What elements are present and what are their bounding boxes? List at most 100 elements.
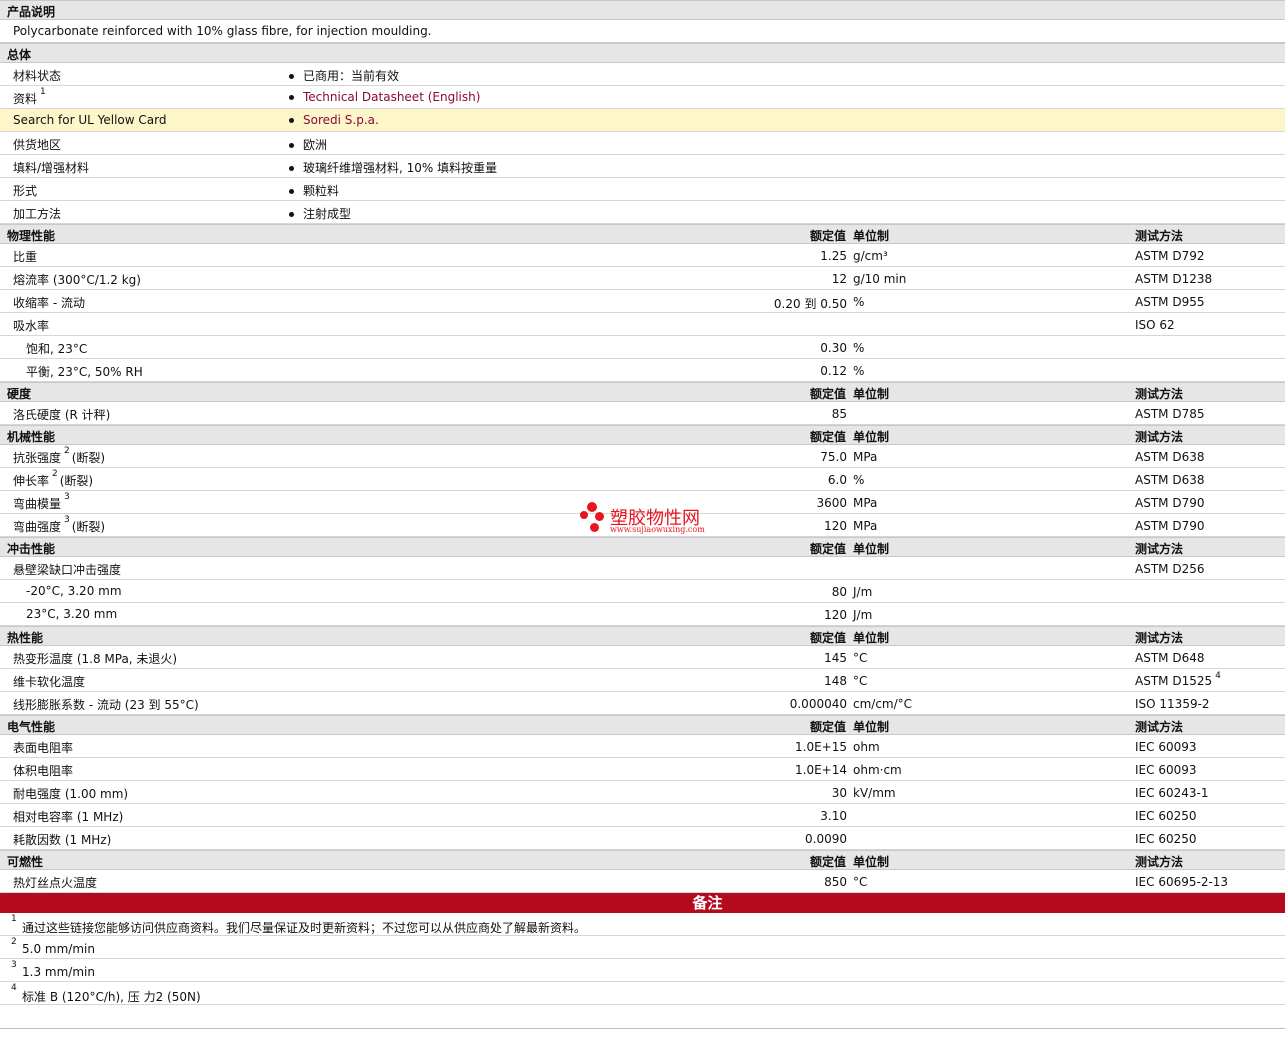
method-text: IEC 60093 bbox=[1135, 740, 1197, 754]
note-number: 3 bbox=[11, 960, 17, 970]
test-method: ASTM D638 bbox=[1135, 450, 1204, 464]
property-label: 耐电强度 (1.00 mm) bbox=[13, 785, 128, 802]
test-method: ASTM D955 bbox=[1135, 295, 1204, 309]
label-text: 熔流率 (300°C/1.2 kg) bbox=[13, 273, 141, 287]
method-text: ISO 11359-2 bbox=[1135, 697, 1210, 711]
footnote-ref: 2 bbox=[64, 446, 70, 456]
section-title: 热性能 bbox=[7, 631, 44, 645]
value-link[interactable]: Technical Datasheet (English) bbox=[303, 90, 480, 104]
footnote-ref: 2 bbox=[52, 469, 58, 479]
test-method: IEC 60093 bbox=[1135, 763, 1197, 777]
label-text: 比重 bbox=[13, 250, 38, 264]
method-text: ASTM D792 bbox=[1135, 249, 1205, 263]
label-text: 维卡软化温度 bbox=[13, 675, 86, 689]
method-text: IEC 60243-1 bbox=[1135, 786, 1209, 800]
column-header-method: 测试方法 bbox=[1135, 720, 1184, 734]
row-label: 加工方法 bbox=[13, 205, 61, 222]
method-text: ASTM D1525 bbox=[1135, 674, 1213, 688]
section-title: 可燃性 bbox=[7, 855, 44, 869]
method-text: ASTM D256 bbox=[1135, 562, 1205, 576]
list-item: 填料/增强材料 玻璃纤维增强材料, 10% 填料按重量 bbox=[0, 155, 1285, 178]
method-text: ASTM D790 bbox=[1135, 519, 1205, 533]
label-text: 吸水率 bbox=[13, 319, 50, 333]
table-row: 饱和, 23°C 0.30% bbox=[0, 336, 1285, 359]
property-value: 75.0 bbox=[820, 450, 847, 464]
property-label: 维卡软化温度 bbox=[13, 673, 85, 690]
footnote-ref: 3 bbox=[64, 492, 70, 502]
column-header-method: 测试方法 bbox=[1135, 855, 1184, 869]
note-number: 1 bbox=[11, 914, 17, 924]
column-header-unit: 单位制 bbox=[853, 631, 890, 645]
property-label: 热变形温度 (1.8 MPa, 未退火) bbox=[13, 650, 177, 667]
label-text: 23°C, 3.20 mm bbox=[26, 607, 118, 621]
column-header-unit: 单位制 bbox=[853, 430, 890, 444]
test-method: IEC 60093 bbox=[1135, 740, 1197, 754]
property-unit: J/m bbox=[853, 585, 873, 599]
method-text: ASTM D638 bbox=[1135, 473, 1205, 487]
table-row: 抗张强度 2 (断裂) 75.0 MPa ASTM D638 bbox=[0, 445, 1285, 468]
section-title: 硬度 bbox=[7, 387, 32, 401]
property-value: 30 bbox=[831, 786, 847, 800]
table-row: 表面电阻率 1.0E+15 ohm IEC 60093 bbox=[0, 735, 1285, 758]
note-number: 4 bbox=[11, 983, 17, 993]
column-header-method: 测试方法 bbox=[1135, 387, 1184, 401]
section-title: 电气性能 bbox=[7, 720, 56, 734]
property-unit: % bbox=[853, 473, 865, 487]
property-unit: J/m bbox=[853, 608, 873, 622]
table-row: 伸长率 2 (断裂) 6.0% ASTM D638 bbox=[0, 468, 1285, 491]
property-unit: g/cm³ bbox=[853, 249, 888, 263]
table-row: 洛氏硬度 (R 计秤) 85 ASTM D785 bbox=[0, 402, 1285, 425]
label-text: Search for UL Yellow Card bbox=[13, 113, 167, 127]
label-text: 供货地区 bbox=[13, 138, 62, 152]
table-row: -20°C, 3.20 mm 80 J/m bbox=[0, 580, 1285, 603]
datasheet: 产品说明 Polycarbonate reinforced with 10% g… bbox=[0, 0, 1285, 1029]
property-value: 6.0 bbox=[827, 473, 847, 487]
footnote-ref: 4 bbox=[1215, 671, 1221, 681]
column-header-unit: 单位制 bbox=[853, 542, 890, 556]
table-row: 悬壁梁缺口冲击强度 ASTM D256 bbox=[0, 557, 1285, 580]
method-text: ASTM D638 bbox=[1135, 450, 1205, 464]
bullet-icon bbox=[289, 74, 294, 79]
row-label: 形式 bbox=[13, 182, 37, 199]
property-unit: % bbox=[853, 295, 865, 309]
row-value: Technical Datasheet (English) bbox=[289, 90, 480, 104]
note-text: 1.3 mm/min bbox=[22, 965, 95, 979]
test-method: ASTM D1525 4 bbox=[1135, 671, 1223, 688]
property-label: 伸长率 2 (断裂) bbox=[13, 469, 93, 489]
row-label: 填料/增强材料 bbox=[13, 159, 89, 176]
bullet-icon bbox=[289, 118, 294, 123]
property-unit: MPa bbox=[853, 519, 878, 533]
test-method: ASTM D790 bbox=[1135, 496, 1204, 510]
property-value: 0.20 到 0.50 bbox=[773, 297, 847, 311]
property-unit: cm/cm/°C bbox=[853, 697, 913, 711]
section-header: 电气性能 额定值 单位制 测试方法 bbox=[0, 715, 1285, 735]
list-item: 材料状态 已商用：当前有效 bbox=[0, 63, 1285, 86]
test-method: ASTM D638 bbox=[1135, 473, 1204, 487]
label-text: 洛氏硬度 (R 计秤) bbox=[13, 408, 111, 422]
footnote-ref: 1 bbox=[40, 87, 46, 97]
label-text: 耗散因数 (1 MHz) bbox=[13, 833, 112, 847]
column-header-method: 测试方法 bbox=[1135, 229, 1184, 243]
bullet-icon bbox=[289, 95, 294, 100]
property-value: 1.0E+15 bbox=[795, 740, 847, 754]
label-text: 伸长率 bbox=[13, 474, 50, 488]
column-header-method: 测试方法 bbox=[1135, 542, 1184, 556]
section-header: 机械性能 额定值 单位制 测试方法 bbox=[0, 425, 1285, 445]
test-method: ASTM D1238 bbox=[1135, 272, 1212, 286]
column-header-value: 额定值 bbox=[809, 631, 846, 645]
table-row: 线形膨胀系数 - 流动 (23 到 55°C) 0.000040 cm/cm/°C I… bbox=[0, 692, 1285, 715]
property-label: 收缩率 - 流动 bbox=[13, 294, 85, 311]
label-text: 耐电强度 (1.00 mm) bbox=[13, 787, 129, 801]
property-label: 表面电阻率 bbox=[13, 739, 73, 756]
property-value: 12 bbox=[831, 272, 847, 286]
test-method: ASTM D785 bbox=[1135, 407, 1204, 421]
column-header-unit: 单位制 bbox=[853, 229, 890, 243]
section-header: 冲击性能 额定值 单位制 测试方法 bbox=[0, 537, 1285, 557]
label-suffix: (断裂) bbox=[71, 451, 106, 465]
property-label: 体积电阻率 bbox=[13, 762, 73, 779]
table-row: 比重 1.25 g/cm³ ASTM D792 bbox=[0, 244, 1285, 267]
row-value: 已商用：当前有效 bbox=[289, 67, 399, 84]
label-text: 填料/增强材料 bbox=[13, 161, 90, 175]
bullet-icon bbox=[289, 143, 294, 148]
value-link[interactable]: Soredi S.p.a. bbox=[303, 113, 379, 127]
